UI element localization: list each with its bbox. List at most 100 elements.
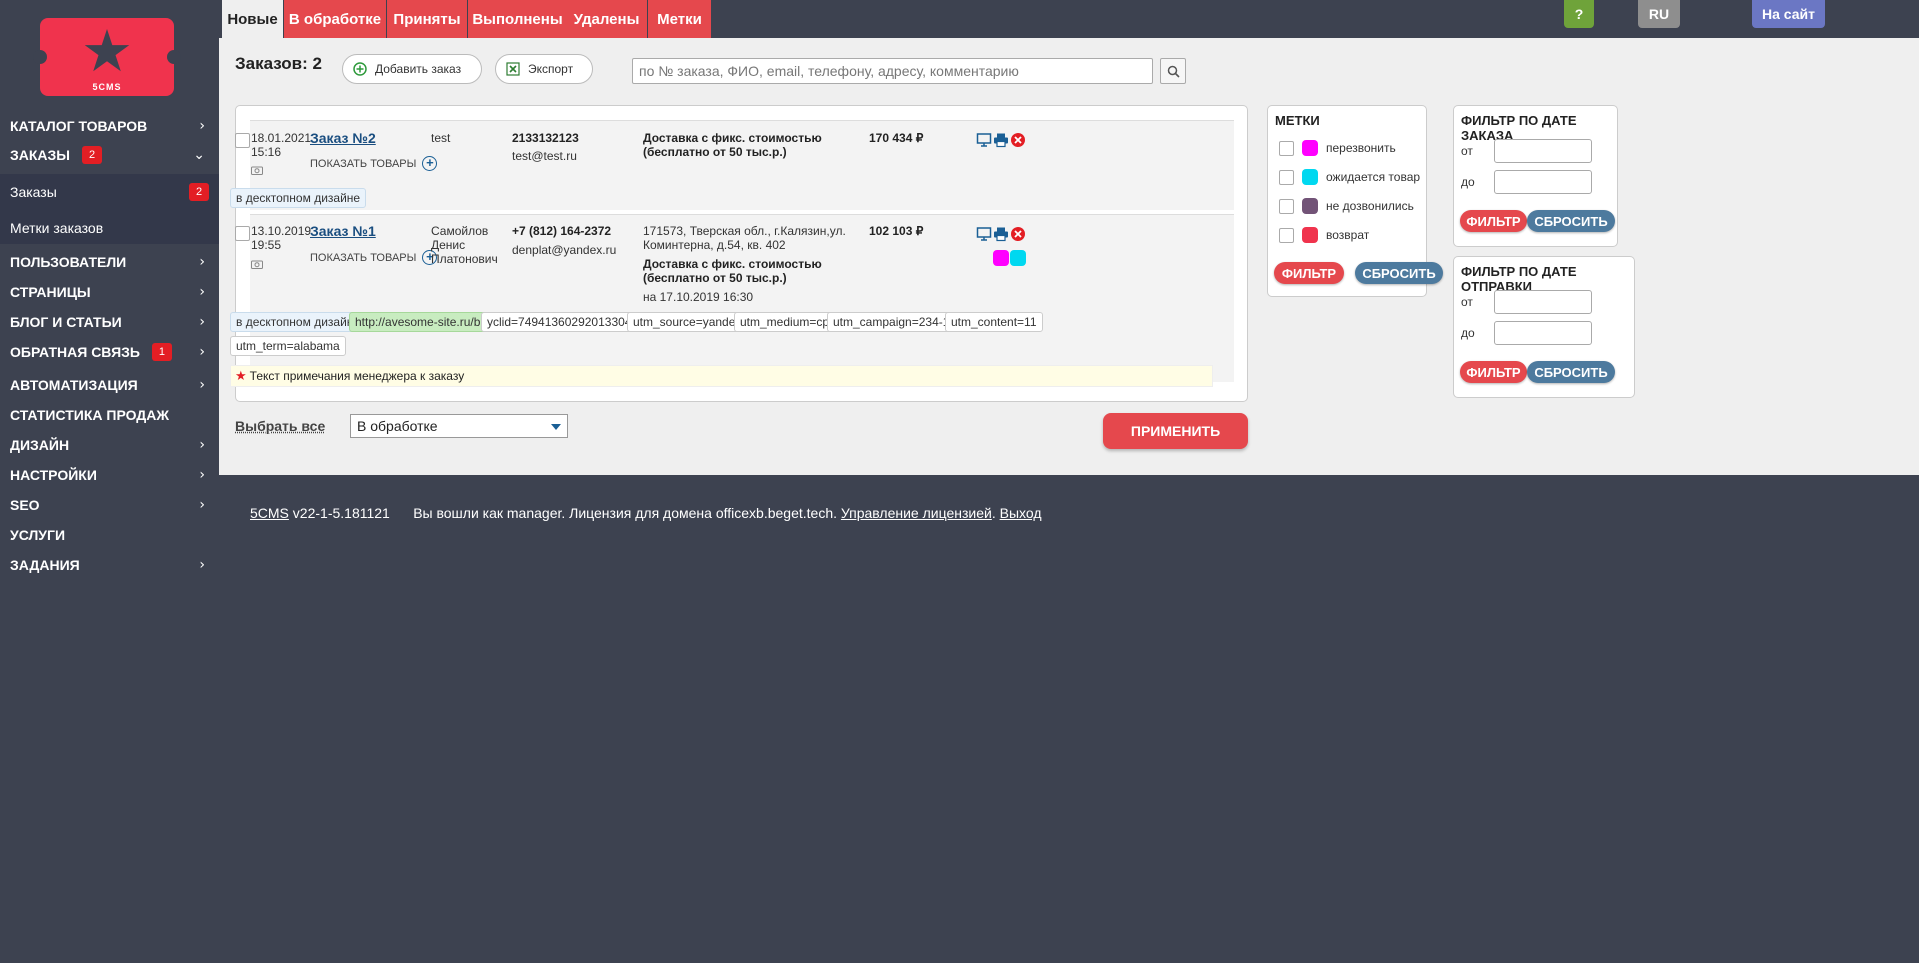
color-swatch (1302, 198, 1318, 214)
delivery-method: Доставка с фикс. стоимостью (бесплатно о… (643, 257, 822, 285)
camera-icon[interactable] (251, 164, 263, 178)
to-label: до (1461, 326, 1475, 340)
desktop-icon[interactable] (976, 226, 992, 242)
checkbox[interactable] (1279, 198, 1294, 214)
marks-reset-button[interactable]: Сбросить (1355, 262, 1443, 284)
ship-date-filter-button[interactable]: Фильтр (1460, 361, 1527, 383)
select-all-link[interactable]: Выбрать все (235, 418, 325, 434)
sidebar-item-blog[interactable]: Блог и статьи › (0, 308, 219, 336)
sidebar-item-design[interactable]: Дизайн › (0, 431, 219, 459)
logo-text: 5CMS (92, 82, 122, 92)
order-date-filter-panel: Фильтр по дате заказа от до Фильтр Сброс… (1453, 105, 1618, 247)
order-checkbox[interactable] (235, 133, 250, 148)
tab-accepted[interactable]: Приняты (387, 0, 467, 38)
cms-link[interactable]: 5CMS (250, 505, 289, 521)
order-sum: 170 434 ₽ (869, 131, 924, 145)
color-swatch (1302, 169, 1318, 185)
order-date-filter-button[interactable]: Фильтр (1460, 210, 1527, 232)
checkbox[interactable] (1279, 169, 1294, 185)
order-tag: utm_content=11 (945, 312, 1043, 332)
sidebar-item-catalog[interactable]: Каталог товаров › (0, 112, 219, 140)
tab-completed[interactable]: Выполнены (468, 0, 567, 38)
sidebar-item-users[interactable]: Пользователи › (0, 248, 219, 276)
delete-icon[interactable] (1010, 226, 1026, 242)
delivery-method: Доставка с фикс. стоимостью (бесплатно о… (643, 131, 822, 159)
chevron-down-icon: ⌄ (193, 147, 205, 163)
add-order-button[interactable]: Добавить заказ (342, 54, 482, 84)
print-icon[interactable] (993, 132, 1009, 148)
show-goods-button[interactable]: Показать товары + (310, 156, 438, 171)
tab-new[interactable]: Новые (222, 0, 283, 38)
search-button[interactable] (1160, 58, 1186, 84)
ship-date-reset-button[interactable]: Сбросить (1527, 361, 1615, 383)
mark-filter-item[interactable]: возврат (1279, 226, 1369, 244)
status-select[interactable]: В обработке (350, 414, 568, 438)
language-button[interactable]: RU (1638, 0, 1680, 28)
chevron-right-icon: › (199, 254, 205, 270)
delete-icon[interactable] (1010, 132, 1026, 148)
sidebar-item-pages[interactable]: Страницы › (0, 278, 219, 306)
checkbox[interactable] (1279, 140, 1294, 156)
order-link[interactable]: Заказ №1 (310, 223, 376, 239)
sidebar-item-services[interactable]: Услуги (0, 521, 219, 549)
sidebar-item-sales-stats[interactable]: Статистика продаж (0, 401, 219, 429)
sidebar: ★ 5CMS Каталог товаров › Заказы 2 ⌄ Заказы 2… (0, 0, 219, 963)
export-button[interactable]: Экспорт (495, 54, 593, 84)
sidebar-item-automation[interactable]: Автоматизация › (0, 371, 219, 399)
mark-filter-item[interactable]: перезвонить (1279, 139, 1396, 157)
mark-filter-item[interactable]: ожидается товар (1279, 168, 1420, 186)
sidebar-item-orders[interactable]: Заказы 2 ⌄ (0, 141, 219, 169)
customer-name: Самойлов Денис Платонович (431, 224, 498, 266)
order-tag-source-url[interactable]: http://avesome-site.ru/blog (349, 312, 503, 332)
chevron-right-icon: › (199, 344, 205, 360)
sidebar-item-tasks[interactable]: Задания › (0, 551, 219, 579)
order-date-to-input[interactable] (1494, 170, 1592, 194)
excel-icon (506, 62, 520, 76)
order-link[interactable]: Заказ №2 (310, 130, 376, 146)
submenu-item-orders[interactable]: Заказы 2 (0, 176, 219, 208)
print-icon[interactable] (993, 226, 1009, 242)
help-button[interactable]: ? (1564, 0, 1594, 28)
submenu-item-order-marks[interactable]: Метки заказов (0, 212, 219, 244)
chevron-right-icon: › (199, 557, 205, 573)
star-icon: ★ (235, 369, 247, 384)
chevron-right-icon: › (199, 497, 205, 513)
order-tag: в десктопном дизайне (230, 188, 367, 208)
order-date-from-input[interactable] (1494, 139, 1592, 163)
camera-icon[interactable] (251, 258, 263, 272)
order-checkbox[interactable] (235, 226, 250, 241)
plus-circle-icon: + (422, 156, 438, 171)
tab-marks[interactable]: Метки (648, 0, 711, 38)
sidebar-item-feedback[interactable]: Обратная связь 1 › (0, 338, 219, 366)
license-link[interactable]: Управление лицензией (841, 505, 992, 521)
checkbox[interactable] (1279, 227, 1294, 243)
chevron-right-icon: › (199, 377, 205, 393)
mark-filter-item[interactable]: не дозвонились (1279, 197, 1414, 215)
sidebar-item-settings[interactable]: Настройки › (0, 461, 219, 489)
logout-link[interactable]: Выход (1000, 505, 1042, 521)
marks-filter-button[interactable]: Фильтр (1274, 262, 1344, 284)
apply-button[interactable]: Применить (1103, 413, 1248, 449)
order-sum: 102 103 ₽ (869, 224, 924, 238)
logo[interactable]: ★ 5CMS (33, 18, 181, 96)
tab-deleted[interactable]: Удалены (566, 0, 647, 38)
add-circle-icon (353, 62, 367, 76)
ship-date-filter-panel: Фильтр по дате отправки от до Фильтр Сбр… (1453, 256, 1635, 398)
order-date-reset-button[interactable]: Сбросить (1527, 210, 1615, 232)
tab-processing[interactable]: В обработке (284, 0, 386, 38)
go-to-site-button[interactable]: На сайт (1752, 0, 1825, 28)
desktop-icon[interactable] (976, 132, 992, 148)
ship-date-to-input[interactable] (1494, 321, 1592, 345)
orders-count: Заказов: 2 (235, 54, 322, 73)
marks-panel: Метки перезвонить ожидается товар не доз… (1267, 105, 1443, 297)
ship-date-from-input[interactable] (1494, 290, 1592, 314)
footer: 5CMS v22-1-5.181121 Вы вошли как manager… (250, 505, 1042, 521)
show-goods-button[interactable]: Показать товары + (310, 250, 438, 265)
chevron-right-icon: › (199, 118, 205, 134)
manager-note: ★ Текст примечания менеджера к заказу (230, 365, 1213, 387)
search-input[interactable] (632, 58, 1153, 84)
order-tag: utm_source=yandex (627, 312, 748, 332)
sidebar-item-seo[interactable]: SEO › (0, 491, 219, 519)
color-swatch (1302, 227, 1318, 243)
customer-phone: 2133132123 (512, 131, 579, 145)
